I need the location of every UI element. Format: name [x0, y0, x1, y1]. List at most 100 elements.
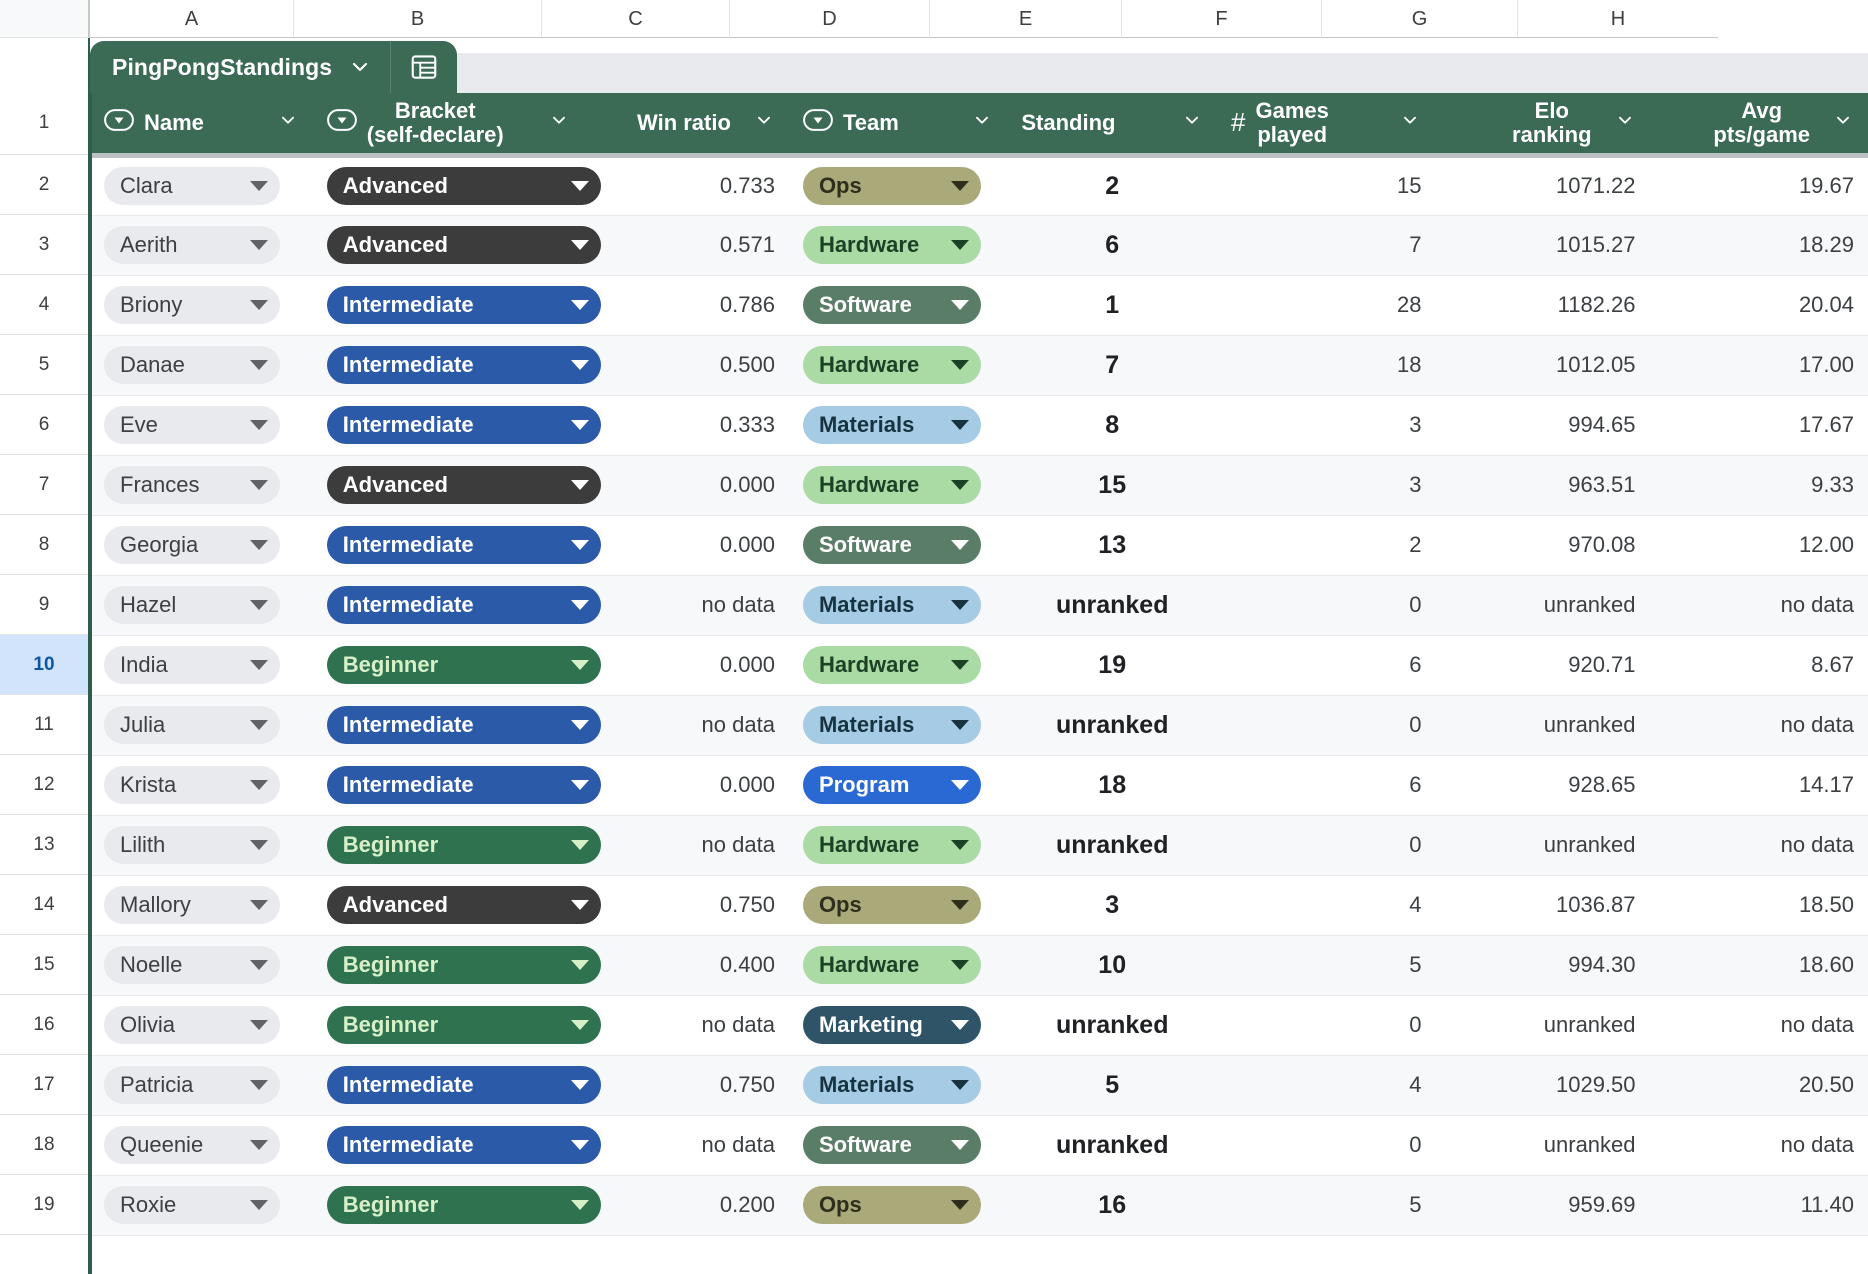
- table-row[interactable]: Patricia Intermediate 0.750 Materials 5 4 1029…: [90, 1055, 1868, 1116]
- caret-down-icon[interactable]: [250, 900, 268, 910]
- chevron-down-icon[interactable]: [1832, 109, 1854, 137]
- row-header-10[interactable]: 10: [0, 635, 88, 695]
- cell-standing[interactable]: 8: [1007, 395, 1218, 456]
- table-row[interactable]: Clara Advanced 0.733 Ops 2 15 1071.22 19.67: [90, 155, 1868, 216]
- cell-standing[interactable]: 2: [1007, 155, 1218, 216]
- cell-team[interactable]: Materials: [788, 575, 1008, 636]
- caret-down-icon[interactable]: [950, 1080, 969, 1090]
- cell-avg-pts-game[interactable]: no data: [1649, 815, 1868, 876]
- team-chip[interactable]: Software: [802, 526, 981, 564]
- bracket-chip[interactable]: Intermediate: [326, 586, 601, 624]
- row-header-14[interactable]: 14: [0, 875, 88, 935]
- cell-avg-pts-game[interactable]: no data: [1649, 575, 1868, 636]
- team-chip[interactable]: Materials: [802, 406, 981, 444]
- cell-team[interactable]: Hardware: [788, 635, 1008, 696]
- cell-bracket[interactable]: Beginner: [312, 995, 601, 1056]
- caret-down-icon[interactable]: [570, 181, 589, 191]
- cell-name[interactable]: Krista: [90, 755, 313, 816]
- cell-elo-ranking[interactable]: 1036.87: [1435, 875, 1650, 936]
- cell-avg-pts-game[interactable]: 17.00: [1649, 335, 1868, 396]
- cell-games-played[interactable]: 2: [1217, 515, 1436, 576]
- name-chip[interactable]: Briony: [104, 286, 280, 324]
- caret-down-icon[interactable]: [250, 720, 268, 730]
- table-row[interactable]: Mallory Advanced 0.750 Ops 3 4 1036.87 18.50: [90, 875, 1868, 936]
- team-chip[interactable]: Marketing: [802, 1006, 981, 1044]
- table-chart-icon[interactable]: [391, 41, 457, 93]
- cell-name[interactable]: Briony: [90, 275, 313, 336]
- caret-down-icon[interactable]: [250, 1020, 268, 1030]
- cell-elo-ranking[interactable]: 994.65: [1435, 395, 1650, 456]
- caret-down-icon[interactable]: [950, 300, 969, 310]
- cell-elo-ranking[interactable]: unranked: [1435, 1115, 1650, 1176]
- name-chip[interactable]: Aerith: [104, 226, 280, 264]
- table-row[interactable]: India Beginner 0.000 Hardware 19 6 920.71 8.67: [90, 635, 1868, 696]
- cell-team[interactable]: Hardware: [788, 935, 1008, 996]
- cell-name[interactable]: Hazel: [90, 575, 313, 636]
- cell-team[interactable]: Ops: [788, 155, 1008, 216]
- name-chip[interactable]: Patricia: [104, 1066, 280, 1104]
- cell-elo-ranking[interactable]: 920.71: [1435, 635, 1650, 696]
- team-chip[interactable]: Ops: [802, 886, 981, 924]
- caret-down-icon[interactable]: [250, 1200, 268, 1210]
- caret-down-icon[interactable]: [950, 360, 969, 370]
- caret-down-icon[interactable]: [570, 720, 589, 730]
- table-row[interactable]: Noelle Beginner 0.400 Hardware 10 5 994.30 18.6…: [90, 935, 1868, 996]
- cell-elo-ranking[interactable]: unranked: [1435, 815, 1650, 876]
- bracket-chip[interactable]: Intermediate: [326, 766, 601, 804]
- team-chip[interactable]: Program: [802, 766, 981, 804]
- cell-win-ratio[interactable]: 0.000: [583, 755, 789, 816]
- cell-games-played[interactable]: 4: [1217, 1055, 1436, 1116]
- cell-bracket[interactable]: Beginner: [312, 1175, 601, 1236]
- cell-bracket[interactable]: Intermediate: [312, 1115, 601, 1176]
- caret-down-icon[interactable]: [250, 300, 268, 310]
- row-header-16[interactable]: 16: [0, 995, 88, 1055]
- cell-elo-ranking[interactable]: 994.30: [1435, 935, 1650, 996]
- cell-standing[interactable]: unranked: [1007, 1115, 1218, 1176]
- name-chip[interactable]: Queenie: [104, 1126, 280, 1164]
- cell-elo-ranking[interactable]: 1015.27: [1435, 215, 1650, 276]
- cell-team[interactable]: Marketing: [788, 995, 1008, 1056]
- caret-down-icon[interactable]: [950, 240, 969, 250]
- bracket-chip[interactable]: Intermediate: [326, 1066, 601, 1104]
- name-chip[interactable]: Krista: [104, 766, 280, 804]
- cell-standing[interactable]: 15: [1007, 455, 1218, 516]
- cell-name[interactable]: Patricia: [90, 1055, 313, 1116]
- team-chip[interactable]: Ops: [802, 1186, 981, 1224]
- cell-elo-ranking[interactable]: 970.08: [1435, 515, 1650, 576]
- cell-standing[interactable]: 10: [1007, 935, 1218, 996]
- bracket-chip[interactable]: Beginner: [326, 1006, 601, 1044]
- cell-name[interactable]: Danae: [90, 335, 313, 396]
- name-chip[interactable]: Julia: [104, 706, 280, 744]
- cell-bracket[interactable]: Advanced: [312, 155, 601, 216]
- cell-name[interactable]: Georgia: [90, 515, 313, 576]
- cell-team[interactable]: Ops: [788, 875, 1008, 936]
- cell-standing[interactable]: 13: [1007, 515, 1218, 576]
- caret-down-icon[interactable]: [250, 1080, 268, 1090]
- chevron-down-icon[interactable]: [971, 109, 993, 137]
- caret-down-icon[interactable]: [570, 480, 589, 490]
- cell-team[interactable]: Materials: [788, 695, 1008, 756]
- name-chip[interactable]: Noelle: [104, 946, 280, 984]
- cell-standing[interactable]: 1: [1007, 275, 1218, 336]
- cell-standing[interactable]: unranked: [1007, 695, 1218, 756]
- cell-win-ratio[interactable]: no data: [583, 815, 789, 876]
- cell-team[interactable]: Software: [788, 275, 1008, 336]
- chevron-down-icon[interactable]: [348, 55, 372, 79]
- cell-name[interactable]: Aerith: [90, 215, 313, 276]
- cell-win-ratio[interactable]: 0.000: [583, 515, 789, 576]
- team-chip[interactable]: Software: [802, 1126, 981, 1164]
- cell-standing[interactable]: 18: [1007, 755, 1218, 816]
- team-chip[interactable]: Materials: [802, 586, 981, 624]
- cell-team[interactable]: Program: [788, 755, 1008, 816]
- cell-elo-ranking[interactable]: unranked: [1435, 695, 1650, 756]
- cell-avg-pts-game[interactable]: no data: [1649, 995, 1868, 1056]
- table-row[interactable]: Danae Intermediate 0.500 Hardware 7 18 1012.05…: [90, 335, 1868, 396]
- cell-avg-pts-game[interactable]: 9.33: [1649, 455, 1868, 516]
- cell-bracket[interactable]: Intermediate: [312, 755, 601, 816]
- cell-bracket[interactable]: Intermediate: [312, 515, 601, 576]
- table-row[interactable]: Lilith Beginner no data Hardware unranked 0 un…: [90, 815, 1868, 876]
- bracket-chip[interactable]: Intermediate: [326, 526, 601, 564]
- column-header-win-ratio[interactable]: Win ratio: [583, 93, 789, 158]
- cell-name[interactable]: Clara: [90, 155, 313, 216]
- row-header-3[interactable]: 3: [0, 215, 88, 275]
